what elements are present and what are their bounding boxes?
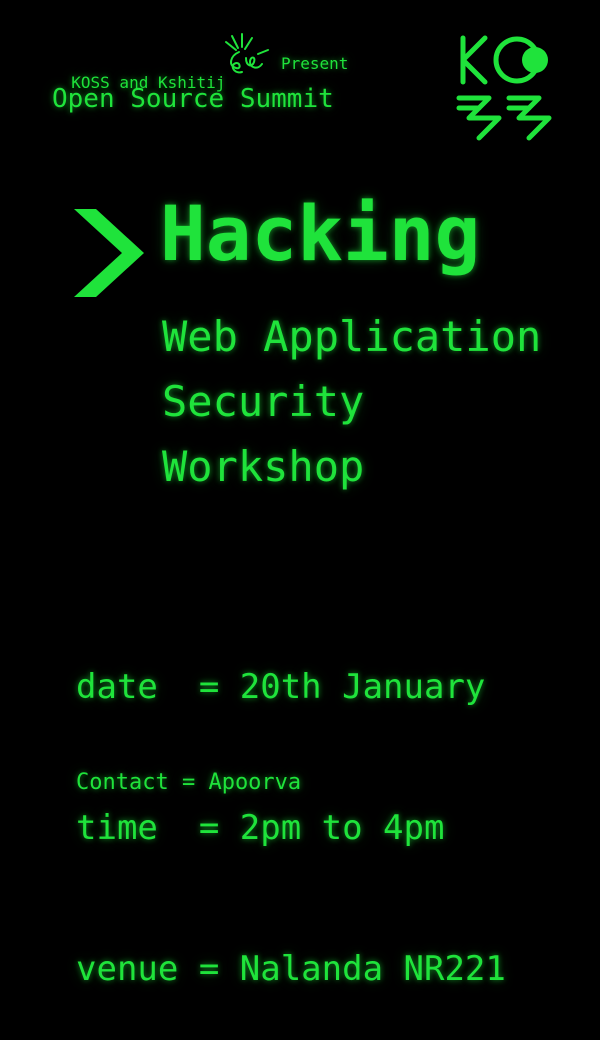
contact-line: Contact = Apoorva [76, 770, 302, 795]
koss-logo-icon [456, 35, 552, 141]
present-text: Present [281, 54, 349, 73]
subtitle-line-1: Web Application [162, 312, 542, 361]
subtitle-line-2: Security [162, 377, 365, 426]
kshitij-logo-icon [225, 33, 269, 74]
event-title: Open Source Summit [52, 84, 334, 114]
event-details: date = 20th January time = 2pm to 4pm ve… [76, 570, 506, 1040]
venue-line: venue = Nalanda NR221 [76, 949, 506, 989]
time-line: time = 2pm to 4pm [76, 808, 445, 848]
subtitle-line-3: Workshop [162, 442, 365, 491]
chevron-right-icon [74, 209, 144, 297]
workshop-heading: Hacking [160, 189, 481, 278]
date-line: date = 20th January [76, 667, 486, 707]
